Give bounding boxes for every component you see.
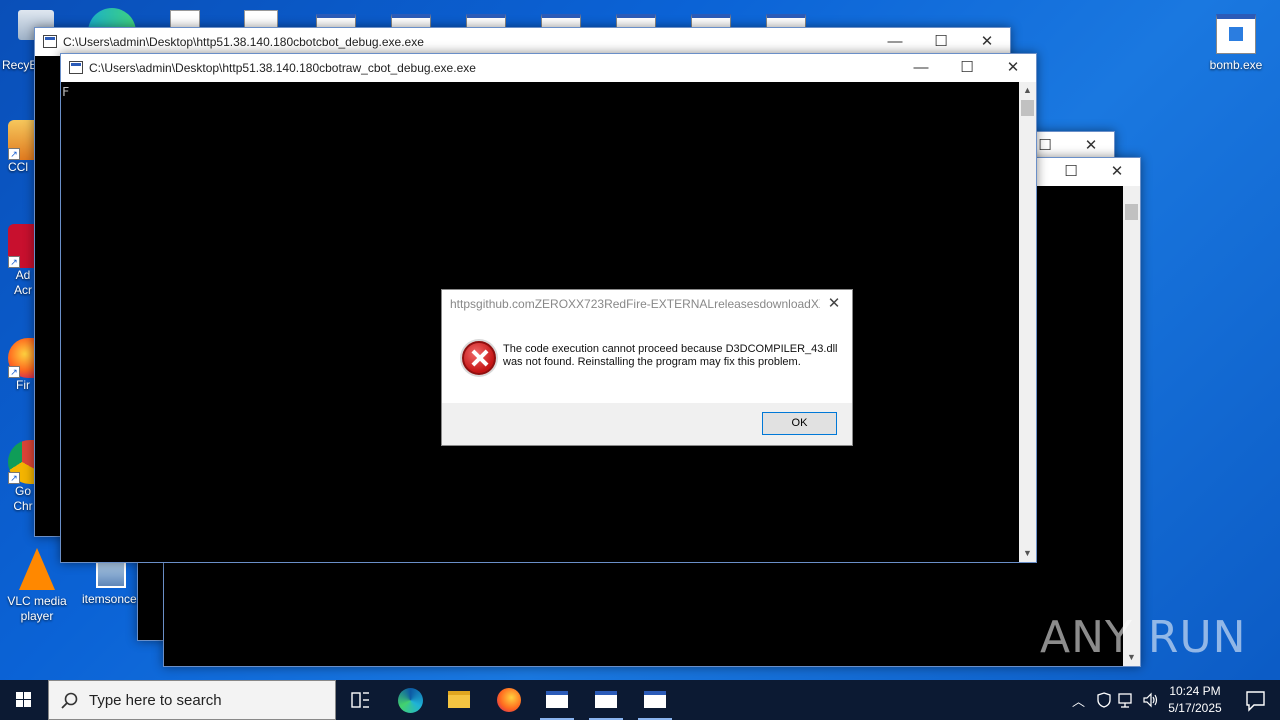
folder-icon [448,691,470,708]
desktop-icon-label: itemsonce. [81,592,141,606]
exe-window-icon [1216,14,1256,54]
desktop-icon-label: bomb.exe [1209,58,1263,72]
maximize-button[interactable]: ☐ [918,28,964,56]
firefox-icon: ↗ [8,338,36,378]
desktop-icon-bomb-exe[interactable]: bomb.exe [1201,14,1271,73]
notification-icon [1246,691,1265,712]
chevron-up-icon[interactable]: ︿ [1072,691,1085,710]
clock-date: 5/17/2025 [1168,701,1222,715]
close-button[interactable]: ✕ [1094,158,1140,186]
console-text: F [62,85,70,99]
close-button[interactable]: ✕ [1068,132,1114,160]
vlc-cone-icon [19,548,55,590]
error-dialog[interactable]: httpsgithub.comZEROXX723RedFire-EXTERNAL… [441,289,853,446]
windows-logo-icon [16,692,31,707]
shortcut-arrow-icon: ↗ [8,366,20,378]
taskbar-search-box[interactable]: Type here to search [48,680,336,720]
firefox-icon [497,688,521,712]
action-center-button[interactable] [1232,680,1278,720]
ccleaner-icon: ↗ [8,120,36,160]
shortcut-arrow-icon: ↗ [8,148,20,160]
scroll-down-arrow-icon[interactable]: ▼ [1019,545,1036,562]
window-titlebar[interactable]: C:\Users\admin\Desktop\http51.38.140.180… [35,28,1010,56]
network-icon[interactable] [1118,692,1136,708]
clock-time: 10:24 PM [1169,684,1221,698]
taskbar-clock[interactable]: 10:24 PM 5/17/2025 [1160,683,1230,717]
console-app-icon [43,35,57,48]
shortcut-arrow-icon: ↗ [8,472,20,484]
chrome-icon: ↗ [8,440,36,484]
search-placeholder: Type here to search [89,692,222,709]
start-button[interactable] [0,680,48,720]
search-icon [61,692,78,709]
anyrun-watermark: ANY RUN [1040,612,1247,663]
close-button[interactable]: ✕ [990,54,1036,82]
acrobat-icon: ↗ [8,224,36,268]
edge-icon [398,688,423,713]
task-view-button[interactable] [337,680,383,720]
dialog-close-button[interactable]: ✕ [822,293,846,315]
taskbar-file-explorer[interactable] [436,680,482,720]
taskbar-edge[interactable] [388,680,434,720]
taskbar-console-2[interactable] [583,680,629,720]
console-app-icon [69,61,83,74]
maximize-button[interactable]: ☐ [944,54,990,82]
dialog-message: The code execution cannot proceed becaus… [503,343,838,368]
console-window-icon [595,691,617,708]
shortcut-arrow-icon: ↗ [8,256,20,268]
task-view-icon [351,692,369,708]
desktop-icon-label: Recy [2,58,30,72]
scrollbar-thumb[interactable] [1125,204,1138,220]
console-window-icon [644,691,666,708]
system-tray: ︿ [1066,680,1160,720]
error-icon [462,341,496,375]
taskbar-console-1[interactable] [534,680,580,720]
maximize-button[interactable]: ☐ [1048,158,1094,186]
desktop-icon-label: VLC media player [7,594,67,623]
volume-icon[interactable] [1142,692,1160,708]
taskbar-console-3[interactable] [632,680,678,720]
dialog-footer: OK [442,403,852,445]
ok-button[interactable]: OK [762,412,837,435]
scroll-up-arrow-icon[interactable]: ▲ [1019,82,1036,99]
minimize-button[interactable]: — [898,54,944,82]
window-title: C:\Users\admin\Desktop\http51.38.140.180… [89,61,476,75]
minimize-button[interactable]: — [872,28,918,56]
taskbar-firefox[interactable] [486,680,532,720]
defender-icon[interactable] [1096,692,1112,708]
vertical-scrollbar[interactable]: ▲ ▼ [1019,82,1036,562]
console-window-icon [546,691,568,708]
dialog-title: httpsgithub.comZEROXX723RedFire-EXTERNAL… [450,297,820,311]
scrollbar-thumb[interactable] [1021,100,1034,116]
desktop-icon-itemsonce[interactable]: itemsonce. [76,558,146,607]
vertical-scrollbar[interactable]: ▼ [1123,186,1140,666]
window-title: C:\Users\admin\Desktop\http51.38.140.180… [63,35,424,49]
window-titlebar[interactable]: C:\Users\admin\Desktop\http51.38.140.180… [61,54,1036,82]
taskbar: Type here to search ︿ 10:24 PM 5/17/2025 [0,680,1280,720]
close-button[interactable]: ✕ [964,28,1010,56]
